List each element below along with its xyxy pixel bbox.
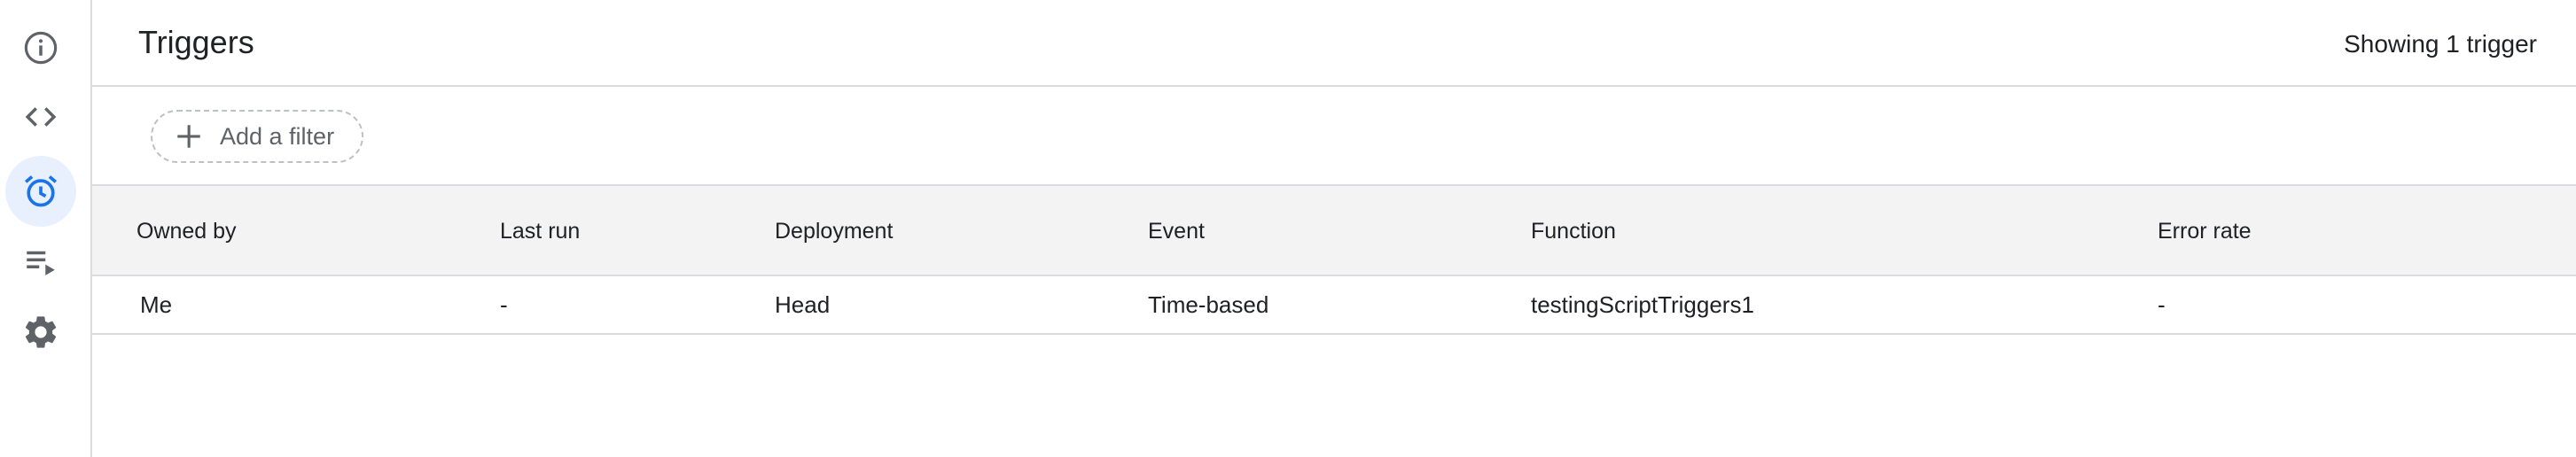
nav-overview-button[interactable] — [5, 12, 76, 83]
playlist-play-icon — [27, 251, 55, 275]
add-filter-button[interactable]: Add a filter — [151, 110, 363, 163]
cell-deployment: Head — [775, 291, 831, 318]
plus-icon — [174, 121, 204, 151]
info-icon — [24, 31, 58, 65]
column-header-error-rate[interactable]: Error rate — [2158, 215, 2252, 247]
table-header-row: Owned by Last run Deployment Event Funct… — [92, 186, 2576, 276]
filter-bar: Add a filter — [92, 87, 2576, 186]
code-icon — [25, 107, 57, 127]
column-header-owned-by[interactable]: Owned by — [137, 215, 237, 247]
column-header-function[interactable]: Function — [1531, 215, 1616, 247]
column-header-deployment[interactable]: Deployment — [775, 215, 893, 247]
cell-error-rate: - — [2158, 291, 2166, 318]
main-content: Triggers Showing 1 trigger Add a filter … — [92, 0, 2576, 457]
cell-event: Time-based — [1148, 291, 1269, 318]
left-nav-rail — [0, 0, 92, 457]
page-title: Triggers — [138, 24, 254, 60]
nav-triggers-button[interactable] — [5, 156, 76, 227]
nav-executions-button[interactable] — [5, 227, 76, 298]
trigger-count-text: Showing 1 trigger — [2344, 30, 2537, 58]
alarm-clock-icon — [24, 175, 58, 207]
apps-script-triggers-page: Triggers Showing 1 trigger Add a filter … — [0, 0, 2576, 457]
nav-settings-button[interactable] — [5, 297, 76, 368]
column-header-event[interactable]: Event — [1148, 215, 1205, 247]
page-header: Triggers Showing 1 trigger — [92, 0, 2576, 87]
add-filter-label: Add a filter — [220, 122, 335, 150]
cell-last-run: - — [500, 291, 508, 318]
triggers-table: Owned by Last run Deployment Event Funct… — [92, 186, 2576, 335]
cell-function: testingScriptTriggers1 — [1531, 291, 1754, 318]
nav-editor-button[interactable] — [5, 81, 76, 152]
table-row[interactable]: Me - Head Time-based testingScriptTrigge… — [92, 276, 2576, 335]
gear-icon — [25, 316, 57, 348]
cell-owned-by: Me — [140, 291, 173, 318]
column-header-last-run[interactable]: Last run — [500, 215, 580, 247]
